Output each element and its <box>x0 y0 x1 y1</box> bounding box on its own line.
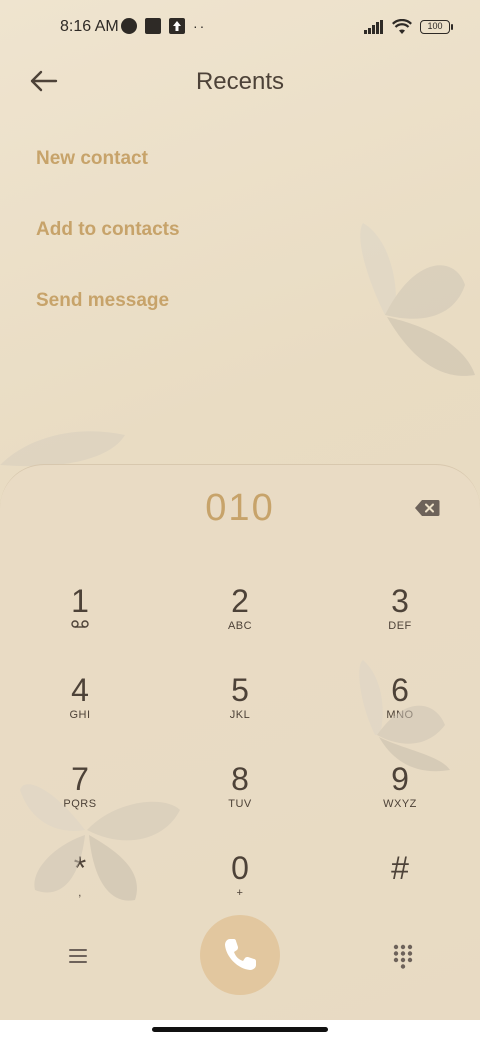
butterfly-decoration-top-right <box>360 223 475 376</box>
status-time: 8:16 AM <box>60 18 119 35</box>
more-notifications-icon: ·· <box>193 18 207 34</box>
key-digit: # <box>391 850 409 886</box>
page-title: Recents <box>195 68 285 95</box>
square-notification-icon <box>145 18 161 34</box>
new-contact-link[interactable]: New contact <box>36 148 148 170</box>
status-bar: 8:16 AM ·· 100 <box>0 0 480 56</box>
call-button[interactable] <box>200 915 280 995</box>
key-letters: + <box>236 887 244 899</box>
butterfly-decoration-keypad-right <box>359 660 450 772</box>
battery-icon: 100 <box>420 20 453 34</box>
key-letters: WXYZ <box>383 798 417 810</box>
key-0[interactable]: 0 + <box>180 844 300 924</box>
key-digit: 3 <box>391 583 409 619</box>
status-system-icons: 100 <box>364 19 453 35</box>
key-letters: ABC <box>227 620 253 632</box>
key-hash[interactable]: # <box>340 844 460 924</box>
add-to-contacts-link[interactable]: Add to contacts <box>36 219 180 241</box>
signal-icon <box>364 20 383 34</box>
dialer-bottom-controls <box>0 915 480 1005</box>
key-1[interactable]: 1 <box>20 577 140 657</box>
status-notification-icons: ·· <box>121 18 206 34</box>
dialer-screen: 8:16 AM ·· 100 Recents New contact Add t… <box>0 0 480 1040</box>
key-digit: 8 <box>231 761 249 797</box>
key-digit: 2 <box>231 583 249 619</box>
key-letters: GHI <box>69 709 91 721</box>
menu-icon[interactable] <box>66 945 90 967</box>
backspace-icon[interactable] <box>414 499 440 517</box>
wifi-icon <box>392 19 412 34</box>
key-2[interactable]: 2 ABC <box>180 577 300 657</box>
navigation-bar <box>0 1020 480 1040</box>
key-letters: JKL <box>229 709 251 721</box>
header: Recents <box>0 56 480 106</box>
app-notification-icon <box>121 18 137 34</box>
key-8[interactable]: 8 TUV <box>180 755 300 835</box>
key-digit: 4 <box>71 672 89 708</box>
key-letters: TUV <box>228 798 252 810</box>
upload-notification-icon <box>169 18 185 34</box>
key-digit: 5 <box>231 672 249 708</box>
send-message-link[interactable]: Send message <box>36 290 169 312</box>
dialed-number: 010 <box>205 487 275 529</box>
key-3[interactable]: 3 DEF <box>340 577 460 657</box>
key-5[interactable]: 5 JKL <box>180 666 300 746</box>
key-digit: 1 <box>71 583 89 619</box>
key-digit: 0 <box>231 850 249 886</box>
dialpad-toggle-icon[interactable] <box>392 943 414 969</box>
phone-icon <box>225 939 256 970</box>
key-letters: DEF <box>388 620 412 632</box>
home-indicator[interactable] <box>152 1027 328 1032</box>
key-4[interactable]: 4 GHI <box>20 666 140 746</box>
butterfly-decoration-keypad-left <box>20 784 180 901</box>
voicemail-icon <box>71 620 89 628</box>
